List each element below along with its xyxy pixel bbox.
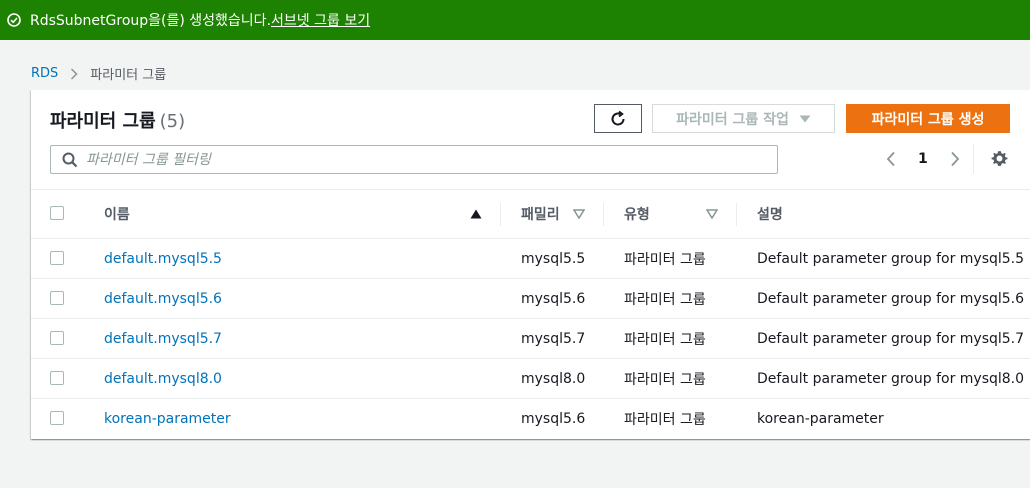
page-number[interactable]: 1 [918, 151, 928, 167]
family-cell: mysql5.5 [521, 251, 586, 267]
type-cell: 파라미터 그룹 [624, 252, 706, 268]
parameter-group-name-link[interactable]: default.mysql8.0 [104, 359, 222, 399]
filter-search-box [50, 145, 778, 174]
description-cell: Default parameter group for mysql8.0 [757, 371, 1025, 387]
chevron-right-icon[interactable] [950, 151, 960, 167]
breadcrumb: RDS 파라미터 그룹 [31, 64, 166, 83]
description-cell: Default parameter group for mysql5.7 [757, 331, 1025, 347]
family-cell: mysql8.0 [521, 371, 586, 387]
sort-ascending-icon[interactable] [470, 209, 482, 219]
page-title: 파라미터 그룹 (5) [50, 107, 185, 133]
refresh-icon [609, 110, 627, 128]
table-row[interactable]: default.mysql5.5 mysql5.5 파라미터 그룹 Defaul… [31, 239, 1030, 279]
column-header-family[interactable]: 패밀리 [521, 190, 560, 238]
row-checkbox[interactable] [50, 251, 64, 265]
table-row[interactable]: default.mysql8.0 mysql8.0 파라미터 그룹 Defaul… [31, 359, 1030, 399]
group-count: (5) [159, 111, 186, 132]
check-circle-icon [7, 13, 21, 27]
actions-label: 파라미터 그룹 작업 [676, 111, 789, 128]
column-separator [736, 203, 737, 226]
sort-icon[interactable] [706, 209, 718, 219]
parameter-group-actions-button[interactable]: 파라미터 그룹 작업 [652, 104, 835, 133]
row-checkbox[interactable] [50, 371, 64, 385]
panel-title: 파라미터 그룹 [50, 111, 156, 132]
select-all-checkbox[interactable] [50, 206, 64, 220]
flash-message: RdsSubnetGroup을(를) 생성했습니다. [30, 13, 272, 29]
column-header-description[interactable]: 설명 [757, 190, 783, 238]
row-checkbox[interactable] [50, 291, 64, 305]
parameter-group-name-link[interactable]: default.mysql5.6 [104, 279, 222, 319]
description-cell: korean-parameter [757, 411, 884, 427]
type-cell: 파라미터 그룹 [624, 332, 706, 348]
success-flash-bar: RdsSubnetGroup을(를) 생성했습니다. 서브넷 그룹 보기 [0, 0, 1030, 40]
chevron-right-icon [70, 67, 78, 80]
column-separator [603, 203, 604, 226]
breadcrumb-rds-link[interactable]: RDS [31, 66, 58, 81]
filter-input[interactable] [86, 151, 766, 168]
family-cell: mysql5.6 [521, 291, 586, 307]
breadcrumb-current: 파라미터 그룹 [90, 68, 167, 83]
parameter-groups-panel: 파라미터 그룹(5) 파라미터 그룹 작업 파라미터 그룹 생성 1 [31, 90, 1030, 439]
table-row[interactable]: default.mysql5.7 mysql5.7 파라미터 그룹 Defaul… [31, 319, 1030, 359]
table-header: 이름 패밀리 유형 설명 [31, 189, 1030, 239]
description-cell: Default parameter group for mysql5.5 [757, 251, 1025, 267]
create-parameter-group-button[interactable]: 파라미터 그룹 생성 [846, 104, 1010, 133]
view-subnet-groups-link[interactable]: 서브넷 그룹 보기 [271, 10, 370, 30]
search-icon [62, 152, 78, 168]
sort-icon[interactable] [573, 209, 585, 219]
table-row[interactable]: default.mysql5.6 mysql5.6 파라미터 그룹 Defaul… [31, 279, 1030, 319]
type-cell: 파라미터 그룹 [624, 372, 706, 388]
family-cell: mysql5.6 [521, 411, 586, 427]
row-checkbox[interactable] [50, 411, 64, 425]
row-checkbox[interactable] [50, 331, 64, 345]
pagination: 1 [886, 148, 960, 170]
pagination-divider [973, 144, 974, 174]
type-cell: 파라미터 그룹 [624, 412, 706, 428]
parameter-group-name-link[interactable]: default.mysql5.7 [104, 319, 222, 359]
parameter-group-name-link[interactable]: default.mysql5.5 [104, 239, 222, 279]
table-row[interactable]: korean-parameter mysql5.6 파라미터 그룹 korean… [31, 399, 1030, 439]
column-separator [500, 203, 501, 226]
gear-icon[interactable] [991, 150, 1008, 167]
parameter-group-name-link[interactable]: korean-parameter [104, 399, 231, 439]
description-cell: Default parameter group for mysql5.6 [757, 291, 1025, 307]
parameter-groups-table: 이름 패밀리 유형 설명 default.mysql5.5 mysql5.5 파… [31, 189, 1030, 439]
caret-down-icon [799, 115, 811, 123]
type-cell: 파라미터 그룹 [624, 292, 706, 308]
refresh-button[interactable] [594, 104, 642, 133]
column-header-name[interactable]: 이름 [104, 190, 130, 238]
chevron-left-icon[interactable] [886, 151, 896, 167]
column-header-type[interactable]: 유형 [624, 190, 650, 238]
family-cell: mysql5.7 [521, 331, 586, 347]
